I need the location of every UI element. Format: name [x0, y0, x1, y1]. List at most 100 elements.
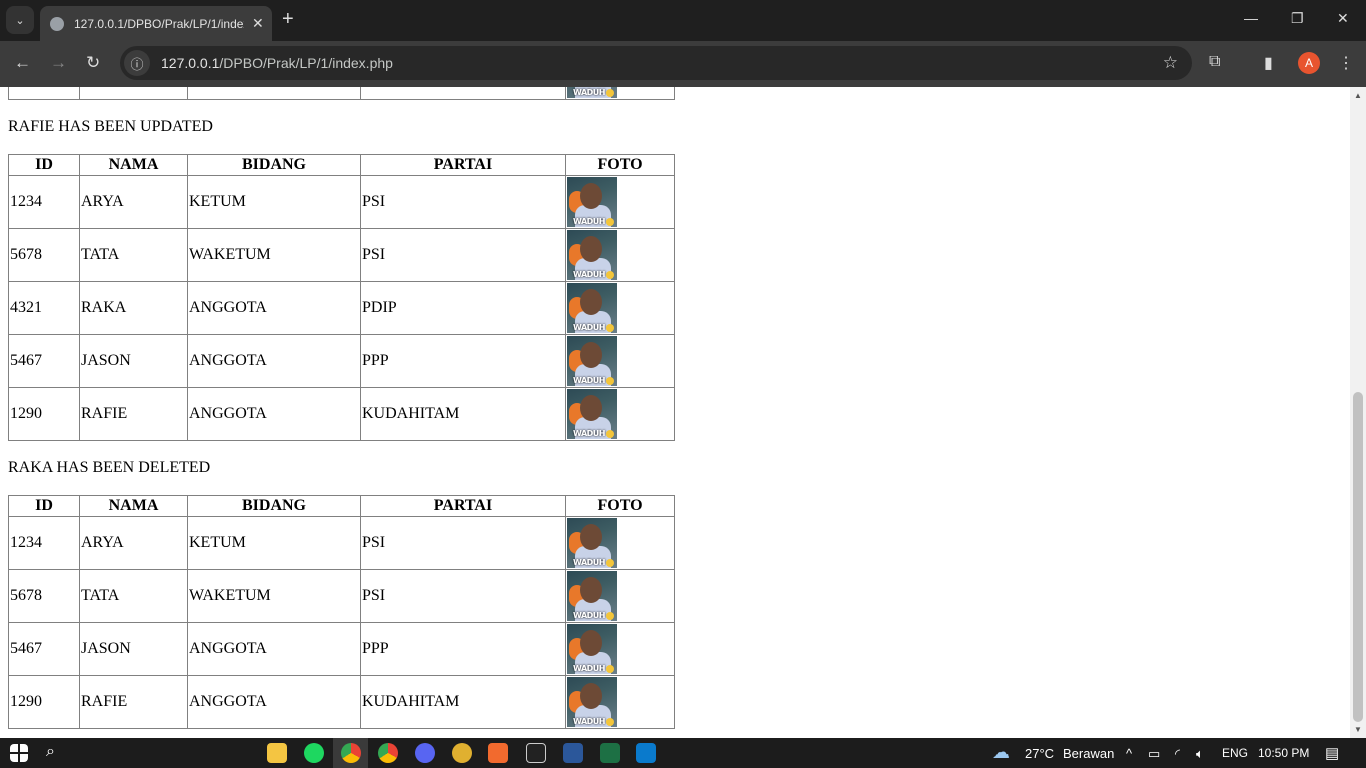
discord-icon[interactable] [415, 743, 435, 763]
chrome-profile-icon[interactable] [378, 743, 398, 763]
table-row: 5467 JASON ANGGOTA PPP WADUH [8, 622, 675, 676]
cell-foto: WADUH [565, 569, 675, 623]
delete-message: RAKA HAS BEEN DELETED [8, 459, 211, 476]
photo-caption: WADUH [573, 270, 606, 279]
column-header: BIDANG [187, 495, 361, 517]
scrollbar-thumb[interactable] [1353, 392, 1363, 722]
notifications-icon[interactable]: ▤ [1325, 744, 1339, 762]
table-row: 5678 TATA WAKETUM PSI WADUH [8, 228, 675, 282]
members-table-deleted: ID NAMA BIDANG PARTAI FOTO 1234 ARYA KETUM PSI WA… [8, 495, 675, 729]
reload-button[interactable]: ↻ [86, 53, 100, 73]
cell-id: 1234 [8, 516, 80, 570]
forward-button[interactable]: → [50, 53, 67, 73]
column-header: PARTAI [360, 154, 566, 176]
column-header: FOTO [565, 154, 675, 176]
column-header: BIDANG [187, 154, 361, 176]
previous-table: WADUH [8, 87, 675, 100]
cell-partai: PSI [360, 228, 566, 282]
profile-avatar[interactable]: A [1298, 52, 1320, 74]
clock[interactable]: 10:50 PM [1258, 746, 1309, 760]
cell-nama: ARYA [79, 516, 188, 570]
tab-title: 127.0.0.1/DPBO/Prak/LP/1/index.php [74, 16, 244, 31]
weather-text: Berawan [1063, 746, 1115, 761]
photo-caption: WADUH [573, 558, 606, 567]
scroll-up-arrow[interactable]: ▲ [1354, 91, 1362, 100]
column-header: ID [8, 154, 80, 176]
start-button[interactable] [10, 744, 28, 762]
photo-caption: WADUH [573, 664, 606, 673]
photo-caption: WADUH [573, 611, 606, 620]
word-icon[interactable] [563, 743, 583, 763]
table-row: 1234 ARYA KETUM PSI WADUH [8, 175, 675, 229]
column-header: NAMA [79, 154, 188, 176]
app-icon[interactable] [452, 743, 472, 763]
cell-partai: PPP [360, 334, 566, 388]
language-indicator[interactable]: ENG [1222, 746, 1248, 760]
globe-icon [50, 16, 64, 31]
cell-bidang: ANGGOTA [187, 334, 361, 388]
show-hidden-icons[interactable]: ^ [1126, 746, 1132, 761]
cell-bidang: ANGGOTA [187, 622, 361, 676]
header-row: ID NAMA BIDANG PARTAI FOTO [8, 495, 675, 517]
extensions-icon[interactable]: ⧉ [1209, 53, 1220, 71]
cell-nama: RAKA [79, 281, 188, 335]
photo-caption: WADUH [573, 717, 606, 726]
cell-bidang: WAKETUM [187, 228, 361, 282]
weather-icon[interactable]: ☁ [992, 742, 1010, 763]
browser-tab[interactable]: 127.0.0.1/DPBO/Prak/LP/1/index.php ✕ [40, 6, 272, 41]
address-bar[interactable]: ⓘ 127.0.0.1/DPBO/Prak/LP/1/index.php ☆ [120, 46, 1192, 80]
spotify-icon[interactable] [304, 743, 324, 763]
file-explorer-icon[interactable] [267, 743, 287, 763]
update-message: RAFIE HAS BEEN UPDATED [8, 118, 213, 135]
tab-bar: ⌄ 127.0.0.1/DPBO/Prak/LP/1/index.php ✕ +… [0, 0, 1366, 41]
excel-icon[interactable] [600, 743, 620, 763]
vscode-icon[interactable] [636, 743, 656, 763]
search-icon[interactable]: ⌕ [46, 743, 55, 761]
members-table-updated: ID NAMA BIDANG PARTAI FOTO 1234 ARYA KETUM PSI WA… [8, 154, 675, 441]
cell-id: 1290 [8, 675, 80, 729]
menu-icon[interactable]: ⋮ [1338, 53, 1354, 73]
cell-id: 5467 [8, 334, 80, 388]
photo-caption: WADUH [573, 323, 606, 332]
cell-partai: PSI [360, 175, 566, 229]
photo-caption: WADUH [573, 376, 606, 385]
site-info-icon[interactable]: ⓘ [124, 50, 150, 76]
cell-foto: WADUH [565, 516, 675, 570]
tab-search-button[interactable]: ⌄ [6, 6, 34, 34]
scroll-down-arrow[interactable]: ▼ [1354, 725, 1362, 734]
battery-icon[interactable]: ▭ [1148, 746, 1160, 762]
cell-nama: RAFIE [79, 387, 188, 441]
terminal-icon[interactable] [526, 743, 546, 763]
close-window-button[interactable]: ✕ [1337, 10, 1349, 27]
member-photo: WADUH [567, 389, 617, 439]
header-row: ID NAMA BIDANG PARTAI FOTO [8, 154, 675, 176]
cell-id: 5467 [8, 622, 80, 676]
scrollbar[interactable]: ▲ ▼ [1350, 87, 1366, 738]
cell-bidang: ANGGOTA [187, 281, 361, 335]
cell-foto: WADUH [565, 622, 675, 676]
wifi-icon[interactable]: ◜ [1175, 746, 1180, 762]
cell-nama: JASON [79, 334, 188, 388]
bookmark-star-icon[interactable]: ☆ [1163, 53, 1178, 73]
side-panel-icon[interactable]: ▮ [1264, 53, 1273, 73]
member-photo: WADUH [567, 87, 617, 98]
cell-nama: RAFIE [79, 675, 188, 729]
back-button[interactable]: ← [14, 53, 31, 73]
restore-button[interactable]: ❐ [1291, 10, 1304, 27]
cell-partai: PPP [360, 622, 566, 676]
table-row: WADUH [8, 87, 675, 100]
table-row: 5467 JASON ANGGOTA PPP WADUH [8, 334, 675, 388]
member-photo: WADUH [567, 518, 617, 568]
member-photo: WADUH [567, 336, 617, 386]
new-tab-button[interactable]: + [282, 8, 294, 31]
url-text[interactable]: 127.0.0.1/DPBO/Prak/LP/1/index.php [161, 55, 393, 71]
minimize-button[interactable]: — [1244, 10, 1258, 26]
volume-icon[interactable]: 🔈︎ [1196, 746, 1204, 762]
column-header: NAMA [79, 495, 188, 517]
close-tab-icon[interactable]: ✕ [252, 15, 264, 32]
xampp-icon[interactable] [488, 743, 508, 763]
member-photo: WADUH [567, 677, 617, 727]
member-photo: WADUH [567, 283, 617, 333]
chrome-icon[interactable] [341, 743, 361, 763]
cell-bidang: KETUM [187, 516, 361, 570]
